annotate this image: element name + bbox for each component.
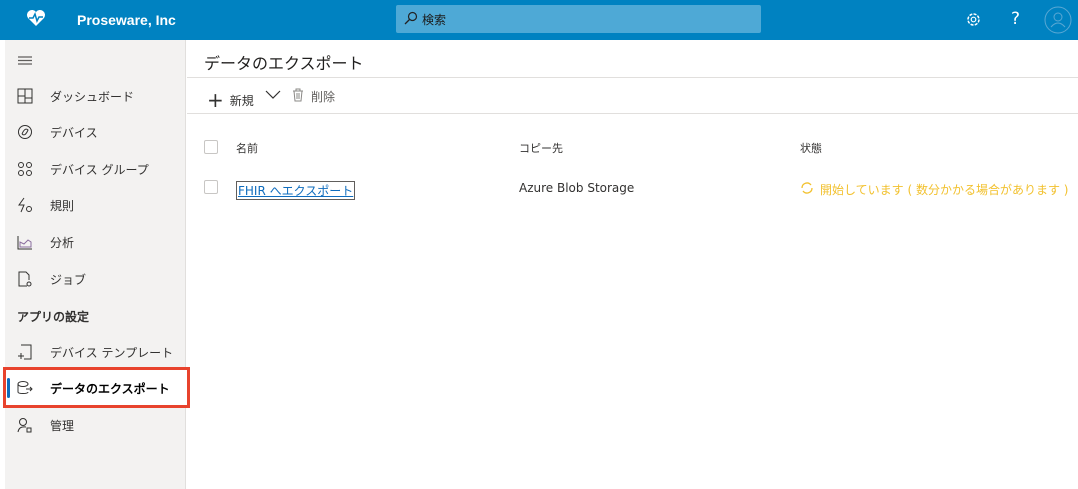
sidebar-item-devices[interactable]: デバイス [5, 114, 186, 150]
status-badge: 開始しています ( 数分かかる場合があります ) [800, 181, 1068, 198]
data-export-icon [17, 380, 33, 396]
admin-icon [17, 417, 33, 433]
analytics-icon [17, 234, 33, 250]
devices-icon [17, 124, 33, 140]
device-template-icon [17, 344, 33, 360]
search-input[interactable]: 検索 [396, 5, 761, 33]
search-placeholder: 検索 [422, 12, 447, 27]
app-brand[interactable]: Proseware, Inc [77, 12, 176, 28]
column-header-destination[interactable]: コピー先 [519, 140, 563, 156]
sidebar-item-jobs[interactable]: ジョブ [5, 261, 186, 297]
new-dropdown-chevron[interactable] [265, 89, 281, 104]
divider [187, 113, 1078, 114]
chevron-down-icon [265, 89, 281, 104]
active-indicator [7, 378, 10, 398]
export-destination: Azure Blob Storage [519, 181, 635, 195]
sidebar-item-admin[interactable]: 管理 [5, 407, 186, 443]
top-bar: Proseware, Inc 検索 ? [0, 0, 1078, 40]
gear-icon[interactable] [965, 11, 982, 31]
select-all-checkbox[interactable] [204, 140, 218, 154]
sidebar-item-data-export[interactable]: データのエクスポート [5, 370, 186, 406]
new-button[interactable]: + 新規 [207, 88, 254, 112]
divider [187, 77, 1078, 78]
sidebar-item-device-groups[interactable]: デバイス グループ [5, 151, 186, 187]
delete-button[interactable]: 削除 [292, 88, 335, 105]
sidebar-item-analytics[interactable]: 分析 [5, 224, 186, 260]
sidebar-item-device-templates[interactable]: デバイス テンプレート [5, 334, 186, 370]
sidebar-item-rules[interactable]: 規則 [5, 187, 186, 223]
avatar-icon[interactable] [1044, 6, 1072, 37]
jobs-icon [17, 271, 33, 287]
search-icon [404, 11, 422, 28]
export-name-link[interactable]: FHIR へエクスポート [236, 181, 356, 200]
column-header-name[interactable]: 名前 [236, 140, 258, 156]
heart-pulse-icon [26, 9, 46, 30]
section-app-settings: アプリの設定 [17, 310, 90, 324]
page-title: データのエクスポート [204, 54, 364, 73]
plus-icon: + [207, 88, 224, 112]
sync-icon [800, 181, 814, 198]
column-header-status[interactable]: 状態 [800, 140, 822, 156]
sidebar-item-dashboard[interactable]: ダッシュボード [5, 78, 186, 114]
rules-icon [17, 197, 33, 213]
hamburger-icon [17, 52, 33, 68]
help-icon[interactable]: ? [1011, 9, 1020, 29]
trash-icon [292, 88, 304, 105]
row-checkbox[interactable] [204, 180, 218, 194]
dashboard-icon [17, 88, 33, 104]
hamburger-button[interactable] [5, 42, 186, 78]
sidebar: ダッシュボード デバイス デバイス グループ 規則 分析 ジョブ アプリの設定 … [5, 40, 186, 489]
device-groups-icon [17, 161, 33, 177]
